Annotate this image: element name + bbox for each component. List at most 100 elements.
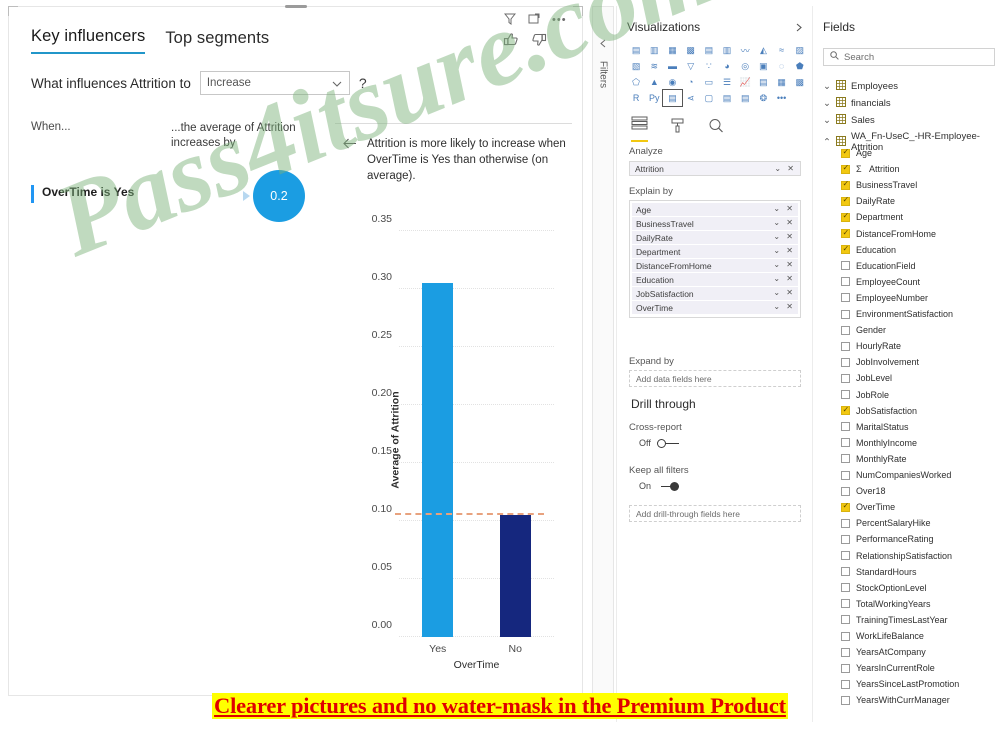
thumbs-up-icon[interactable] <box>503 31 520 48</box>
field-row[interactable]: OverTime <box>841 501 895 512</box>
treemap-icon[interactable]: ▣ <box>754 58 772 74</box>
field-checkbox[interactable] <box>841 470 850 480</box>
multi-row-card-icon[interactable]: ☰ <box>718 74 736 90</box>
field-checkbox[interactable] <box>841 663 850 673</box>
fields-table-row[interactable]: ⌄ financials <box>823 97 891 110</box>
scatter-chart-icon[interactable]: ∵ <box>700 58 718 74</box>
smart-narrative-icon[interactable]: ▤ <box>718 90 736 106</box>
field-checkbox[interactable] <box>841 534 850 544</box>
field-row[interactable]: YearsSinceLastPromotion <box>841 679 959 689</box>
field-checkbox[interactable] <box>841 454 850 464</box>
field-checkbox[interactable] <box>841 501 850 512</box>
field-row[interactable]: Age <box>841 147 872 158</box>
field-checkbox[interactable] <box>841 261 850 271</box>
chip-actions-icon[interactable]: ⌄ ✕ <box>773 204 795 213</box>
key-influencers-icon[interactable]: ▤ <box>662 89 683 107</box>
field-row[interactable]: JobSatisfaction <box>841 405 917 416</box>
field-checkbox[interactable] <box>841 631 850 641</box>
field-checkbox[interactable] <box>841 438 850 448</box>
expand-by-field-well[interactable]: Add data fields here <box>629 370 801 387</box>
field-checkbox[interactable] <box>841 373 850 383</box>
tab-key-influencers[interactable]: Key influencers <box>31 27 146 54</box>
field-checkbox[interactable] <box>841 695 850 705</box>
field-row[interactable]: Gender <box>841 325 886 335</box>
field-row[interactable]: MonthlyRate <box>841 454 907 464</box>
chevron-down-icon[interactable]: ⌄ <box>823 98 831 109</box>
field-row[interactable]: PerformanceRating <box>841 534 934 544</box>
field-checkbox[interactable] <box>841 147 850 158</box>
field-row[interactable]: NumCompaniesWorked <box>841 470 951 480</box>
decomposition-tree-icon[interactable]: ⋖ <box>682 90 700 106</box>
explain-by-chip[interactable]: Education ⌄ ✕ <box>632 273 798 287</box>
field-row[interactable]: BusinessTravel <box>841 179 917 190</box>
tab-top-segments[interactable]: Top segments <box>165 29 269 54</box>
more-options-icon[interactable]: ••• <box>552 14 567 26</box>
filter-icon[interactable] <box>504 13 516 25</box>
area-chart-icon[interactable]: ◭ <box>754 42 772 58</box>
line-clustered-column-icon[interactable]: ▧ <box>627 58 645 74</box>
field-checkbox[interactable] <box>841 567 850 577</box>
slicer-icon[interactable]: ▤ <box>754 74 772 90</box>
ribbon-chart-icon[interactable]: ≋ <box>645 58 663 74</box>
chip-actions-icon[interactable]: ⌄ ✕ <box>773 246 795 255</box>
field-checkbox[interactable] <box>841 679 850 689</box>
explain-by-chip[interactable]: BusinessTravel ⌄ ✕ <box>632 217 798 231</box>
field-checkbox[interactable] <box>841 309 850 319</box>
field-checkbox[interactable] <box>841 293 850 303</box>
matrix-icon[interactable]: ▩ <box>791 74 809 90</box>
field-row[interactable]: WorkLifeBalance <box>841 631 924 641</box>
field-checkbox[interactable] <box>841 390 850 399</box>
chevron-down-icon[interactable]: ⌄ <box>823 115 831 126</box>
field-checkbox[interactable] <box>841 551 850 560</box>
influencer-value-bubble[interactable]: 0.2 <box>253 170 305 222</box>
field-checkbox[interactable] <box>841 518 850 528</box>
field-row[interactable]: EnvironmentSatisfaction <box>841 309 953 319</box>
field-row[interactable]: YearsInCurrentRole <box>841 663 935 673</box>
field-row[interactable]: Over18 <box>841 486 886 496</box>
field-row[interactable]: RelationshipSatisfaction <box>841 551 952 561</box>
hundred-stacked-column-icon[interactable]: ▥ <box>718 42 736 58</box>
field-row[interactable]: MaritalStatus <box>841 422 909 432</box>
field-row[interactable]: TotalWorkingYears <box>841 599 931 609</box>
stacked-area-chart-icon[interactable]: ≈ <box>773 42 791 58</box>
table-icon[interactable]: ▦ <box>773 74 791 90</box>
keep-all-filters-toggle[interactable]: On <box>639 481 680 491</box>
direction-dropdown[interactable]: Increase <box>199 71 350 95</box>
visual-type-gallery[interactable]: ▤ ▥ ▦ ▩ ▤ ▥ 〰 ◭ ≈ ▨ ▧ ≋ ▬ ▽ ∵ ◕ ◎ ▣ ◌ ⬟ ⬠ ▲ ◉ ◔ ▭ ☰ 📈 ▤ ▦ ▩ R Py ▤ ⋖ ▢ ▤ ▤ ❂ •… <box>627 42 809 107</box>
field-row[interactable]: PercentSalaryHike <box>841 518 931 528</box>
waterfall-chart-icon[interactable]: ▬ <box>663 58 681 74</box>
field-row[interactable]: TrainingTimesLastYear <box>841 615 948 625</box>
field-checkbox[interactable] <box>841 486 850 496</box>
field-checkbox[interactable] <box>841 195 850 206</box>
analyze-field-well[interactable]: Attrition ⌄ ✕ <box>629 161 801 176</box>
arcgis-map-icon[interactable]: ◉ <box>663 74 681 90</box>
field-row[interactable]: EmployeeCount <box>841 277 920 287</box>
chip-actions-icon[interactable]: ⌄ ✕ <box>773 260 795 269</box>
line-stacked-column-icon[interactable]: ▨ <box>791 42 809 58</box>
filled-map-icon[interactable]: ⬟ <box>791 58 809 74</box>
field-row[interactable]: JobLevel <box>841 373 892 383</box>
chart-bar[interactable]: No <box>499 515 531 655</box>
field-row[interactable]: EducationField <box>841 261 916 271</box>
azure-map-icon[interactable]: ▲ <box>645 74 663 90</box>
paginated-report-icon[interactable]: ▤ <box>736 90 754 106</box>
explain-by-chip[interactable]: Department ⌄ ✕ <box>632 245 798 259</box>
drill-through-field-well[interactable]: Add drill-through fields here <box>629 505 801 522</box>
analytics-tab[interactable] <box>708 118 724 142</box>
field-row[interactable]: YearsWithCurrManager <box>841 695 950 705</box>
visual-drag-handle[interactable] <box>284 5 307 8</box>
field-row[interactable]: JobRole <box>841 390 889 400</box>
qa-visual-icon[interactable]: ▢ <box>700 90 718 106</box>
gauge-icon[interactable]: ◔ <box>682 74 700 90</box>
card-icon[interactable]: ▭ <box>700 74 718 90</box>
thumbs-down-icon[interactable] <box>530 31 547 48</box>
funnel-chart-icon[interactable]: ▽ <box>682 58 700 74</box>
field-checkbox[interactable] <box>841 341 850 351</box>
field-row[interactable]: JobInvolvement <box>841 357 919 367</box>
kpi-icon[interactable]: 📈 <box>736 74 754 90</box>
field-checkbox[interactable] <box>841 163 850 174</box>
pie-chart-icon[interactable]: ◕ <box>718 58 736 74</box>
cross-report-toggle[interactable]: Off <box>639 438 679 448</box>
chip-actions-icon[interactable]: ⌄ ✕ <box>773 232 795 241</box>
field-row[interactable]: DistanceFromHome <box>841 228 936 239</box>
